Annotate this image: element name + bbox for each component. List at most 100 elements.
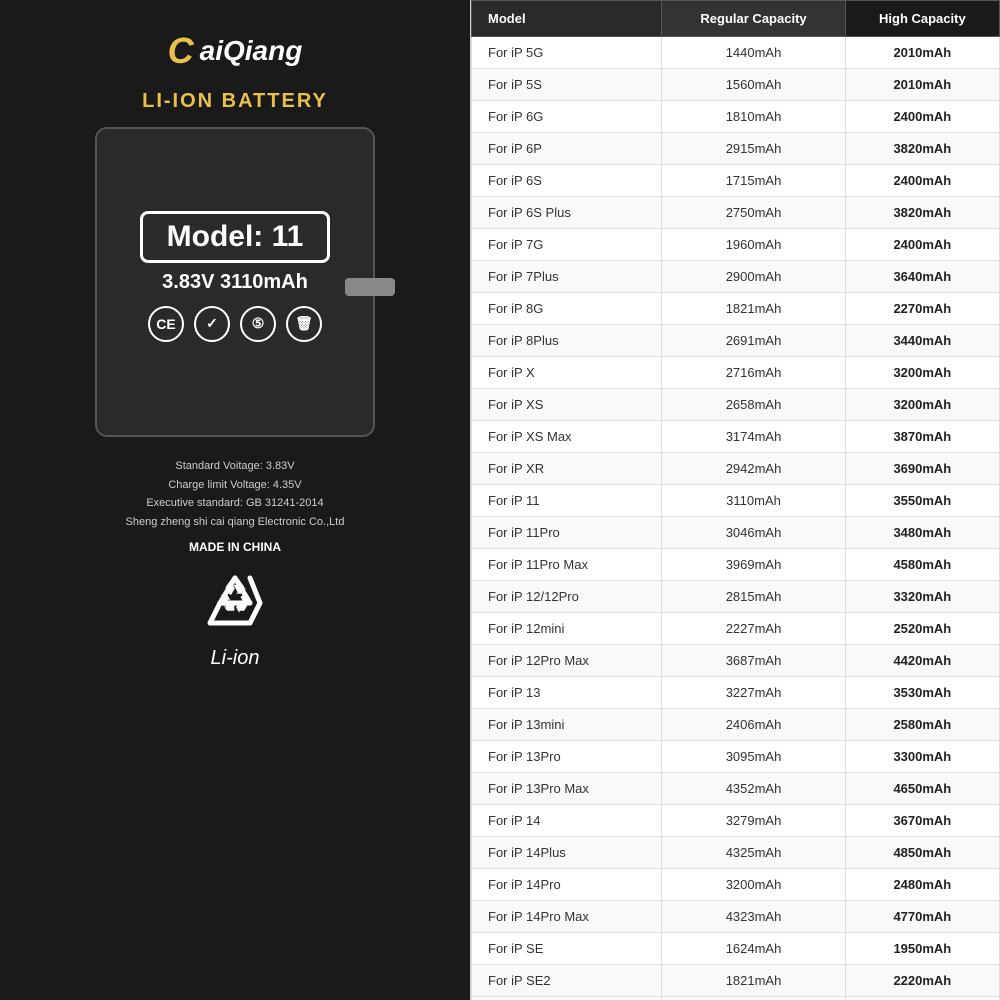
header-row: Model Regular Capacity High Capacity [472, 1, 1000, 37]
cell-regular: 3200mAh [662, 869, 845, 901]
cell-model: For iP 11Pro [472, 517, 662, 549]
spec-line-3: Executive standard: GB 31241-2014 [126, 494, 345, 513]
table-row: For iP XS2658mAh3200mAh [472, 389, 1000, 421]
cell-model: For iP 5G [472, 37, 662, 69]
cell-model: For iP 11Pro Max [472, 549, 662, 581]
cell-high: 4770mAh [845, 901, 999, 933]
table-row: For iP 11Pro Max3969mAh4580mAh [472, 549, 1000, 581]
cell-high: 4650mAh [845, 773, 999, 805]
cell-regular: 1960mAh [662, 229, 845, 261]
cell-high: 2010mAh [845, 37, 999, 69]
cell-regular: 4352mAh [662, 773, 845, 805]
cell-model: For iP SE2 [472, 965, 662, 997]
cell-high: 3820mAh [845, 197, 999, 229]
table-row: For iP 14Pro3200mAh2480mAh [472, 869, 1000, 901]
cell-high: 3530mAh [845, 677, 999, 709]
trash-icon: 🗑 [286, 306, 322, 342]
model-label: Model: 11 [167, 220, 304, 253]
cell-model: For iP 6G [472, 101, 662, 133]
table-row: For iP 11Pro3046mAh3480mAh [472, 517, 1000, 549]
model-badge: Model: 11 [140, 211, 331, 263]
table-row: For iP 6G1810mAh2400mAh [472, 101, 1000, 133]
check-icon: ✓ [194, 306, 230, 342]
left-panel: C aiQiang LI-ION BATTERY Model: 11 3.83V… [0, 0, 470, 1000]
cell-regular: 2716mAh [662, 357, 845, 389]
cell-high: 3640mAh [845, 261, 999, 293]
battery-image: Model: 11 3.83V 3110mAh CE ✓ ⑤ 🗑 [85, 127, 385, 447]
cell-model: For iP 8Plus [472, 325, 662, 357]
table-row: For iP XS Max3174mAh3870mAh [472, 421, 1000, 453]
cell-high: 2400mAh [845, 229, 999, 261]
model-number: 11 [272, 220, 304, 253]
cell-regular: 3110mAh [662, 485, 845, 517]
cell-regular: 3227mAh [662, 677, 845, 709]
cell-high: 2580mAh [845, 709, 999, 741]
table-row: For iP 13Pro Max4352mAh4650mAh [472, 773, 1000, 805]
cell-regular: 4325mAh [662, 837, 845, 869]
cell-regular: 4323mAh [662, 901, 845, 933]
table-row: For iP 12mini2227mAh2520mAh [472, 613, 1000, 645]
capacity-table: Model Regular Capacity High Capacity For… [471, 0, 1000, 1000]
cell-regular: 2750mAh [662, 197, 845, 229]
col-model: Model [472, 1, 662, 37]
right-panel[interactable]: Model Regular Capacity High Capacity For… [470, 0, 1000, 1000]
cell-regular: 1440mAh [662, 37, 845, 69]
cell-model: For iP 6S [472, 165, 662, 197]
cell-model: For iP 14Pro Max [472, 901, 662, 933]
table-row: For iP 8G1821mAh2270mAh [472, 293, 1000, 325]
table-row: For iP SE1624mAh1950mAh [472, 933, 1000, 965]
cell-model: For iP SE [472, 933, 662, 965]
cell-model: For iP 13Pro Max [472, 773, 662, 805]
cell-high: 3670mAh [845, 805, 999, 837]
cell-high: 2010mAh [845, 69, 999, 101]
spec-line-2: Charge limit Voltage: 4.35V [126, 476, 345, 495]
cell-regular: 2227mAh [662, 613, 845, 645]
spec-line-1: Standard Voitage: 3.83V [126, 457, 345, 476]
battery-connector [345, 278, 395, 296]
liion-bottom: Li-ion [211, 647, 260, 670]
cell-regular: 3687mAh [662, 645, 845, 677]
cell-regular: 3095mAh [662, 741, 845, 773]
cell-model: For iP 6S Plus [472, 197, 662, 229]
col-high: High Capacity [845, 1, 999, 37]
battery-title: LI-ION BATTERY [142, 90, 328, 113]
cell-high: 3200mAh [845, 389, 999, 421]
cell-regular: 2406mAh [662, 709, 845, 741]
table-row: For iP 6S Plus2750mAh3820mAh [472, 197, 1000, 229]
cell-model: For iP 8G [472, 293, 662, 325]
cell-regular: 2942mAh [662, 453, 845, 485]
cell-model: For iP XS Max [472, 421, 662, 453]
table-row: For iP 6P2915mAh3820mAh [472, 133, 1000, 165]
cell-regular: 2915mAh [662, 133, 845, 165]
cell-model: For iP 7Plus [472, 261, 662, 293]
made-in: MADE IN CHINA [189, 540, 281, 554]
cell-regular: 2018mAh [662, 997, 845, 1000]
cell-high: 3200mAh [845, 357, 999, 389]
voltage-label: 3.83V 3110mAh [162, 271, 308, 294]
cell-model: For iP XS [472, 389, 662, 421]
table-row: For iP 13Pro3095mAh3300mAh [472, 741, 1000, 773]
logo-area: C aiQiang [168, 30, 303, 72]
table-row: For iP 6S1715mAh2400mAh [472, 165, 1000, 197]
cell-high: 3870mAh [845, 421, 999, 453]
cert-icons: CE ✓ ⑤ 🗑 [148, 306, 322, 342]
cell-model: For iP 13mini [472, 709, 662, 741]
table-row: For iP 12/12Pro2815mAh3320mAh [472, 581, 1000, 613]
table-row: For iP 5S1560mAh2010mAh [472, 69, 1000, 101]
ce-icon: CE [148, 306, 184, 342]
logo-text: aiQiang [200, 35, 303, 67]
table-row: For iP SE21821mAh2220mAh [472, 965, 1000, 997]
cell-high: 4850mAh [845, 837, 999, 869]
cell-high: 2480mAh [845, 869, 999, 901]
cell-model: For iP 14 [472, 805, 662, 837]
table-row: For iP 5G1440mAh2010mAh [472, 37, 1000, 69]
cell-high: 1950mAh [845, 933, 999, 965]
cell-high: 2220mAh [845, 997, 999, 1000]
cell-high: 3690mAh [845, 453, 999, 485]
cell-model: For iP 12Pro Max [472, 645, 662, 677]
cell-regular: 2815mAh [662, 581, 845, 613]
cell-regular: 2658mAh [662, 389, 845, 421]
table-row: For iP 133227mAh3530mAh [472, 677, 1000, 709]
table-row: For iP 143279mAh3670mAh [472, 805, 1000, 837]
cell-regular: 3279mAh [662, 805, 845, 837]
